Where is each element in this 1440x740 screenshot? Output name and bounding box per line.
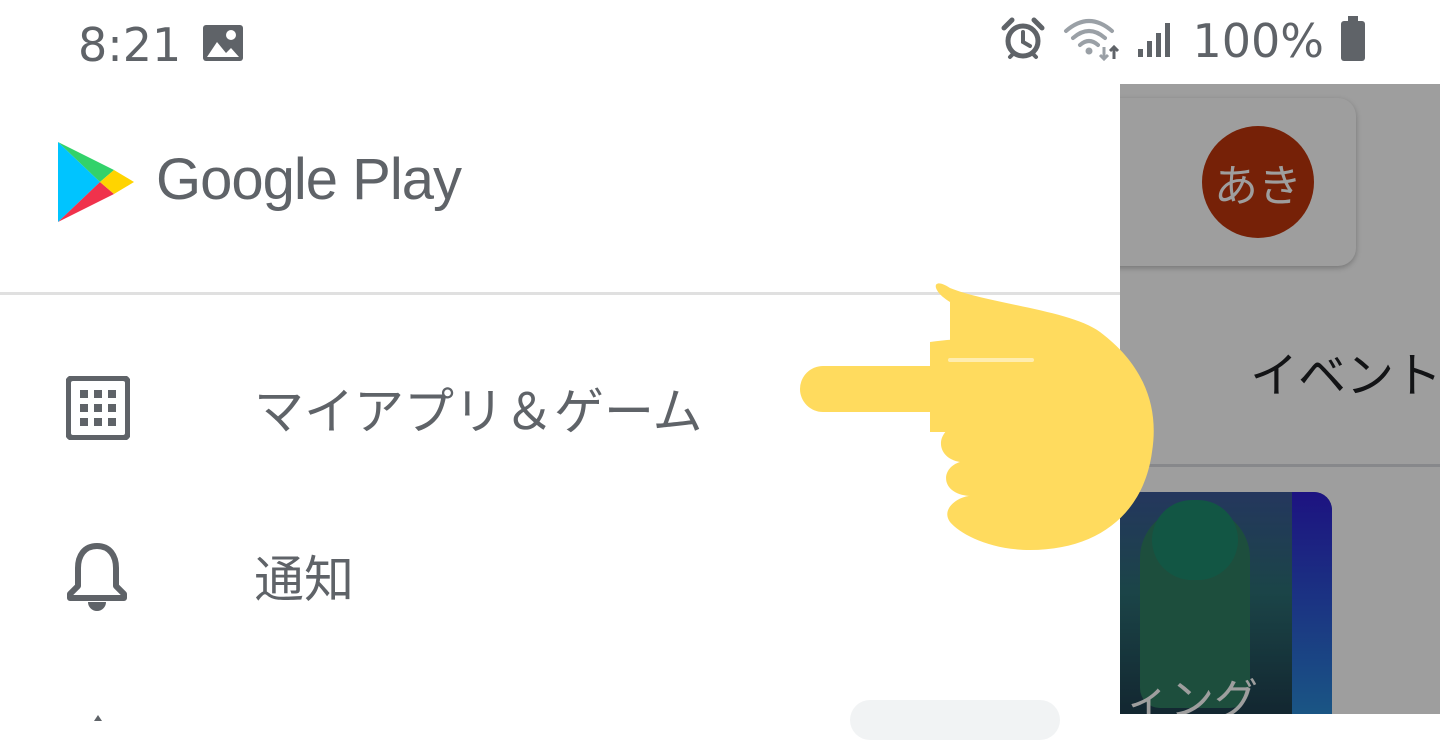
wifi-icon [1062, 17, 1120, 65]
grid-apps-icon [65, 375, 131, 444]
menu-item-badge [850, 700, 1060, 740]
menu-item-label: 通知 [254, 551, 354, 609]
battery-percent: 100% [1192, 14, 1324, 68]
signal-icon [1136, 19, 1176, 63]
bell-icon [66, 540, 128, 616]
menu-item-label: マイアプリ＆ゲーム [254, 383, 703, 441]
brand-title: Google Play [156, 147, 462, 212]
status-icons: 100% [1000, 14, 1366, 68]
battery-icon [1340, 16, 1366, 66]
alarm-icon [1000, 16, 1046, 66]
gallery-icon [202, 24, 244, 66]
status-time: 8:21 [78, 18, 182, 72]
menu-item-partial[interactable] [80, 706, 116, 721]
status-bar: 8:21 100% [0, 0, 1440, 84]
pointing-hand-icon [800, 282, 1160, 558]
google-play-logo-icon [56, 140, 136, 228]
